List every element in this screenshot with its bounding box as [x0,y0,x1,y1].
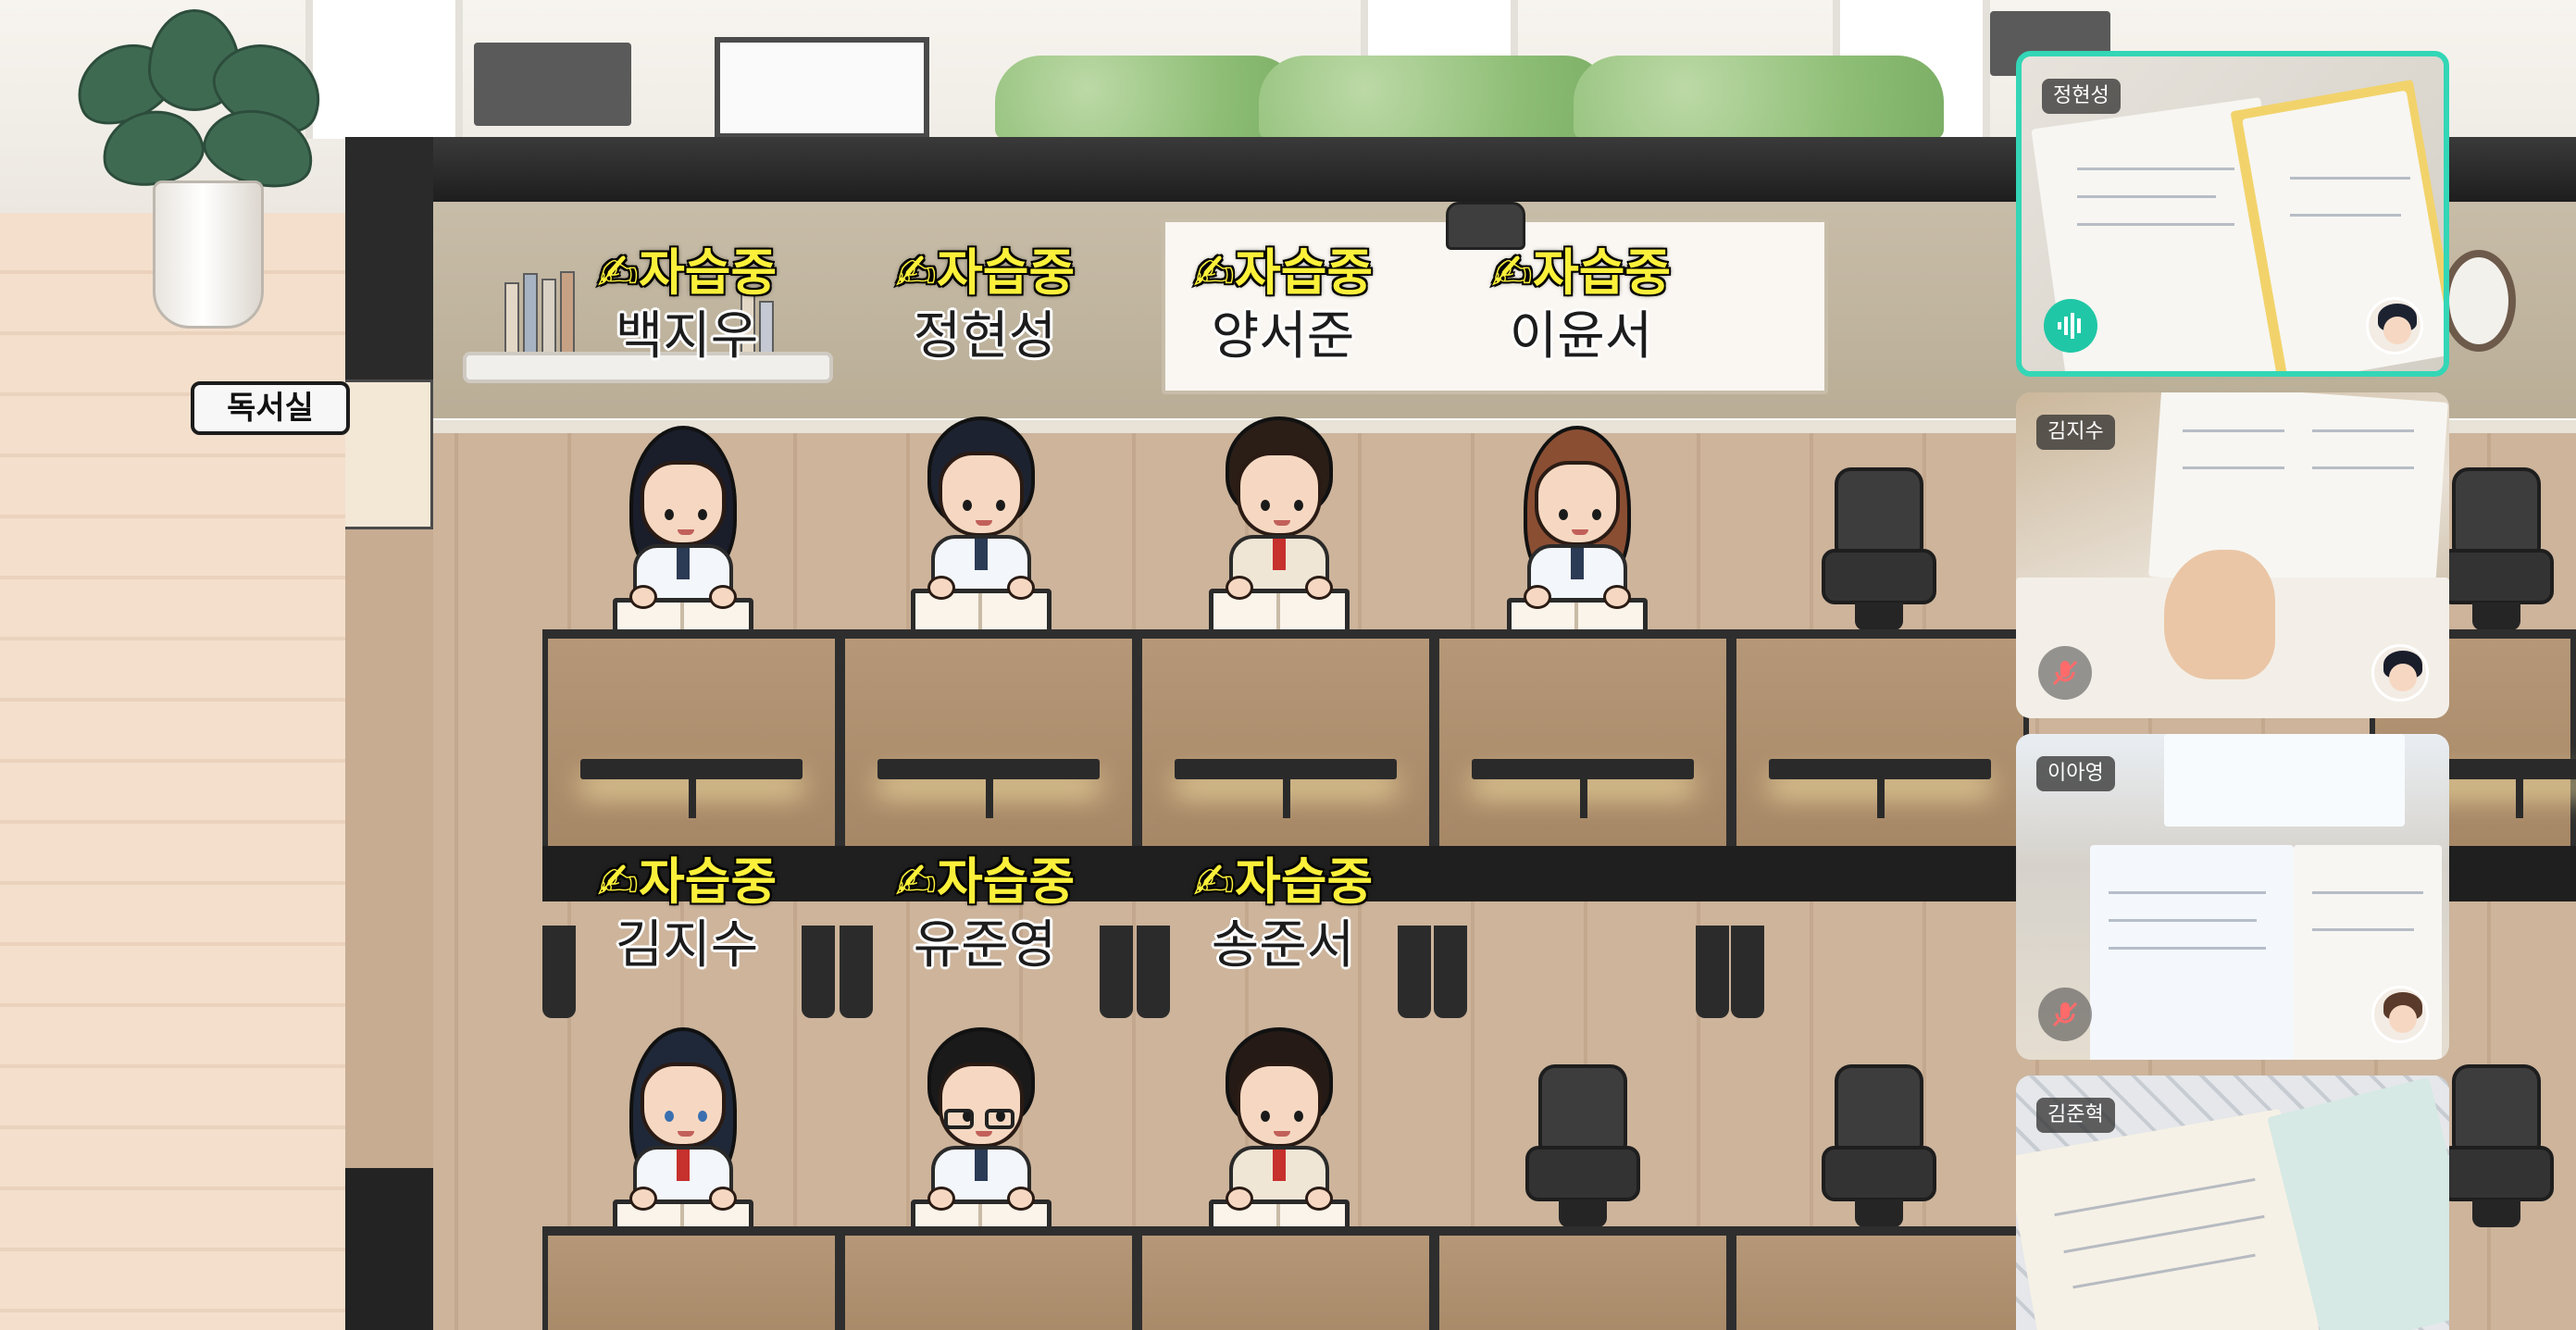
room-floor-edge [345,529,433,1168]
potted-plant [63,9,342,333]
empty-chair[interactable] [2439,1064,2554,1227]
participant-name: 김준혁 [2036,1098,2115,1133]
mic-muted-icon[interactable] [2038,646,2092,700]
user-tag: ✍자습중 이윤서 [1433,242,1729,370]
user-tag: ✍자습중 백지우 [539,242,835,370]
study-desk [840,629,1138,901]
studying-status-label: ✍자습중 [595,242,778,304]
room-left-wall-lower [345,1168,433,1330]
study-desk [542,1226,840,1330]
user-tag: ✍자습중 양서준 [1135,242,1431,370]
room-door[interactable] [345,379,433,529]
empty-chair[interactable] [1525,1064,1640,1227]
hedge-plant [1259,56,1611,139]
studying-status-label: ✍자습중 [1191,851,1374,913]
empty-chair[interactable] [1822,1064,1936,1227]
user-name: 양서준 [1211,306,1355,367]
avatar [2371,644,2429,702]
studying-status-label: ✍자습중 [893,242,1076,304]
video-tile[interactable]: 김준혁 [2016,1075,2449,1330]
avatar [2371,986,2429,1043]
user-tag: ✍자습중 김지수 [539,851,835,979]
user-tag: ✍자습중 송준서 [1135,851,1431,979]
user-name: 유준영 [913,915,1057,976]
study-desk [1434,629,1732,901]
study-desk [1731,629,2029,901]
studying-status-label: ✍자습중 [893,851,1076,913]
hedge-plant [995,56,1300,139]
video-panel: 정현성 김지수 이아영 김준혁 [2009,48,2455,1330]
study-room-scene: 독서실 ✍자습중 백지우 ✍자습중 정현성 ✍자습중 양서준 ✍자습중 이윤서 … [0,0,2576,1330]
hallway-picture-frame [715,37,929,139]
study-desk [1434,1226,1732,1330]
avatar [2366,297,2423,354]
studying-status-label: ✍자습중 [595,851,778,913]
empty-chair[interactable] [2439,467,2554,630]
desk-leg [1731,926,1764,1018]
participant-name: 정현성 [2042,79,2121,114]
user-name: 정현성 [913,306,1057,367]
study-desk [542,629,840,901]
studying-status-label: ✍자습중 [1191,242,1374,304]
user-tag: ✍자습중 유준영 [837,851,1133,979]
study-desk [1731,1226,2029,1330]
study-desk [1137,629,1435,901]
participant-name: 이아영 [2036,756,2115,791]
desk-leg [1434,926,1467,1018]
room-left-wall [345,137,433,382]
user-name: 백지우 [615,306,759,367]
user-tag: ✍자습중 정현성 [837,242,1133,370]
mic-muted-icon[interactable] [2038,988,2092,1041]
user-name: 김지수 [615,915,759,976]
study-desk [840,1226,1138,1330]
study-desk [1137,1226,1435,1330]
room-sign: 독서실 [191,381,350,435]
user-name: 이윤서 [1509,306,1653,367]
hedge-plant [1574,56,1944,139]
desk-leg [1696,926,1729,1018]
audio-wave-icon[interactable] [2044,299,2097,353]
video-tile[interactable]: 정현성 [2016,51,2449,377]
video-tile[interactable]: 김지수 [2016,392,2449,718]
video-tile[interactable]: 이아영 [2016,734,2449,1060]
user-name: 송준서 [1211,915,1355,976]
hallway-cabinet [474,43,631,126]
studying-status-label: ✍자습중 [1489,242,1672,304]
empty-chair[interactable] [1822,467,1936,630]
participant-name: 김지수 [2036,415,2115,450]
